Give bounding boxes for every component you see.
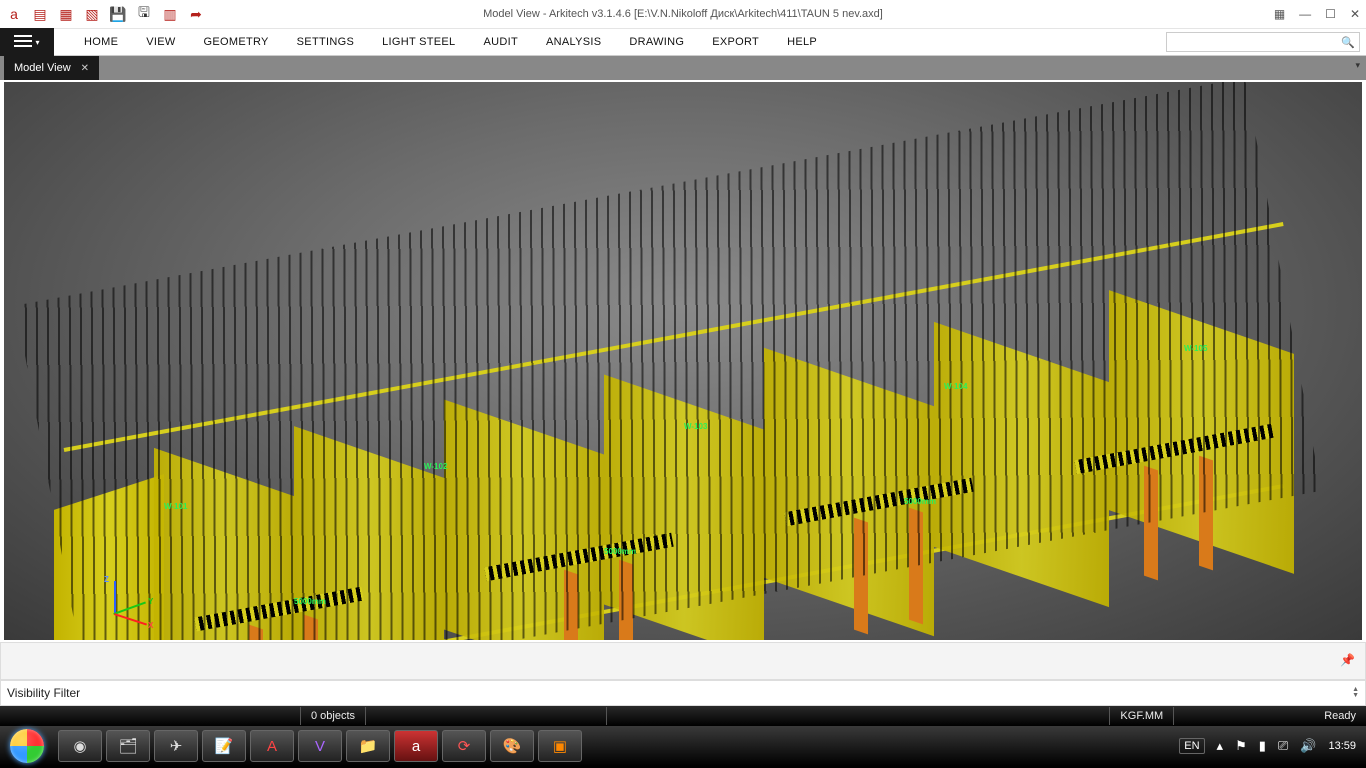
visibility-filter-bar[interactable]: Visibility Filter ▲▼ — [0, 680, 1366, 706]
pin-icon[interactable]: 📌 — [1340, 653, 1355, 667]
search-icon: 🔍 — [1341, 36, 1355, 49]
steel-frame-model: W-101 W-102 W-103 W-104 W-105 5000mm 500… — [44, 252, 1334, 642]
tray-volume-icon[interactable]: 🔊 — [1300, 738, 1316, 754]
app-menu-button[interactable]: ▾ — [0, 28, 54, 56]
model-viewport[interactable]: W-101 W-102 W-103 W-104 W-105 5000mm 500… — [0, 80, 1366, 642]
tray-battery-icon[interactable]: ▮ — [1259, 738, 1266, 754]
visibility-filter-label: Visibility Filter — [7, 686, 80, 700]
minimize-icon[interactable]: — — [1299, 7, 1311, 21]
menu-export[interactable]: EXPORT — [698, 29, 773, 55]
excel-icon[interactable]: ▥ — [162, 6, 178, 22]
quick-toolbar: a ▤ ▦ ▧ 💾 🖫 ▥ ➦ — [0, 6, 204, 22]
menu-help[interactable]: HELP — [773, 29, 831, 55]
taskbar-viber[interactable]: V — [298, 730, 342, 762]
app-icon[interactable]: a — [6, 6, 22, 22]
windows-taskbar: ◉ 🗂 ✈ 📝 A V 📁 a ⟳ 🎨 ▣ EN ▴ ⚑ ▮ ⎚ 🔊 13:59 — [0, 726, 1366, 766]
status-ready: Ready — [1314, 706, 1366, 726]
close-icon[interactable]: ✕ — [1350, 7, 1360, 21]
menu-search-box[interactable]: 🔍 — [1166, 32, 1360, 52]
tray-chevron-icon[interactable]: ▴ — [1217, 738, 1224, 754]
menu-audit[interactable]: AUDIT — [469, 29, 532, 55]
document-tab-row: Model View ✕ — [0, 56, 1366, 80]
taskbar-arkitech[interactable]: a — [394, 730, 438, 762]
taskbar-paint[interactable]: 🎨 — [490, 730, 534, 762]
menu-analysis[interactable]: ANALYSIS — [532, 29, 615, 55]
menu-geometry[interactable]: GEOMETRY — [190, 29, 283, 55]
title-bar: a ▤ ▦ ▧ 💾 🖫 ▥ ➦ Model View - Arkitech v3… — [0, 0, 1366, 28]
menu-bar: ▾ HOME VIEW GEOMETRY SETTINGS LIGHT STEE… — [0, 28, 1366, 56]
menu-home[interactable]: HOME — [70, 29, 132, 55]
taskbar-notes[interactable]: 📝 — [202, 730, 246, 762]
tab-model-view[interactable]: Model View ✕ — [4, 56, 99, 80]
status-units: KGF.MM — [1110, 706, 1173, 726]
taskbar-updater[interactable]: ⟳ — [442, 730, 486, 762]
command-panel[interactable]: 📌 — [0, 642, 1366, 680]
new-icon[interactable]: ▤ — [32, 6, 48, 22]
tray-clock[interactable]: 13:59 — [1328, 740, 1356, 752]
taskbar-acrobat[interactable]: A — [250, 730, 294, 762]
open2-icon[interactable]: ▧ — [84, 6, 100, 22]
tab-close-icon[interactable]: ✕ — [81, 63, 89, 74]
taskbar-telegram[interactable]: ✈ — [154, 730, 198, 762]
status-bar: 0 objects KGF.MM Ready — [0, 706, 1366, 726]
system-tray: EN ▴ ⚑ ▮ ⎚ 🔊 13:59 — [1179, 738, 1356, 754]
window-title: Model View - Arkitech v3.1.4.6 [E:\V.N.N… — [483, 8, 883, 20]
tray-lang[interactable]: EN — [1179, 738, 1204, 754]
maximize-icon[interactable]: ☐ — [1325, 7, 1336, 21]
open-icon[interactable]: ▦ — [58, 6, 74, 22]
taskbar-folder[interactable]: 📁 — [346, 730, 390, 762]
status-objects: 0 objects — [301, 706, 365, 726]
start-button[interactable] — [0, 726, 54, 766]
save-as-icon[interactable]: 🖫 — [136, 6, 152, 22]
taskbar-ppt[interactable]: ▣ — [538, 730, 582, 762]
tab-label: Model View — [14, 62, 71, 74]
menu-settings[interactable]: SETTINGS — [283, 29, 368, 55]
restore-grid-icon[interactable]: ▦ — [1274, 7, 1285, 21]
tray-flag-icon[interactable]: ⚑ — [1235, 738, 1247, 754]
tray-network-icon[interactable]: ⎚ — [1278, 738, 1288, 754]
menu-lightsteel[interactable]: LIGHT STEEL — [368, 29, 469, 55]
spinner-icon[interactable]: ▲▼ — [1352, 687, 1359, 699]
menu-view[interactable]: VIEW — [132, 29, 189, 55]
taskbar-explorer[interactable]: 🗂 — [106, 730, 150, 762]
save-icon[interactable]: 💾 — [110, 6, 126, 22]
export-icon[interactable]: ➦ — [188, 6, 204, 22]
taskbar-chrome[interactable]: ◉ — [58, 730, 102, 762]
menu-drawing[interactable]: DRAWING — [615, 29, 698, 55]
